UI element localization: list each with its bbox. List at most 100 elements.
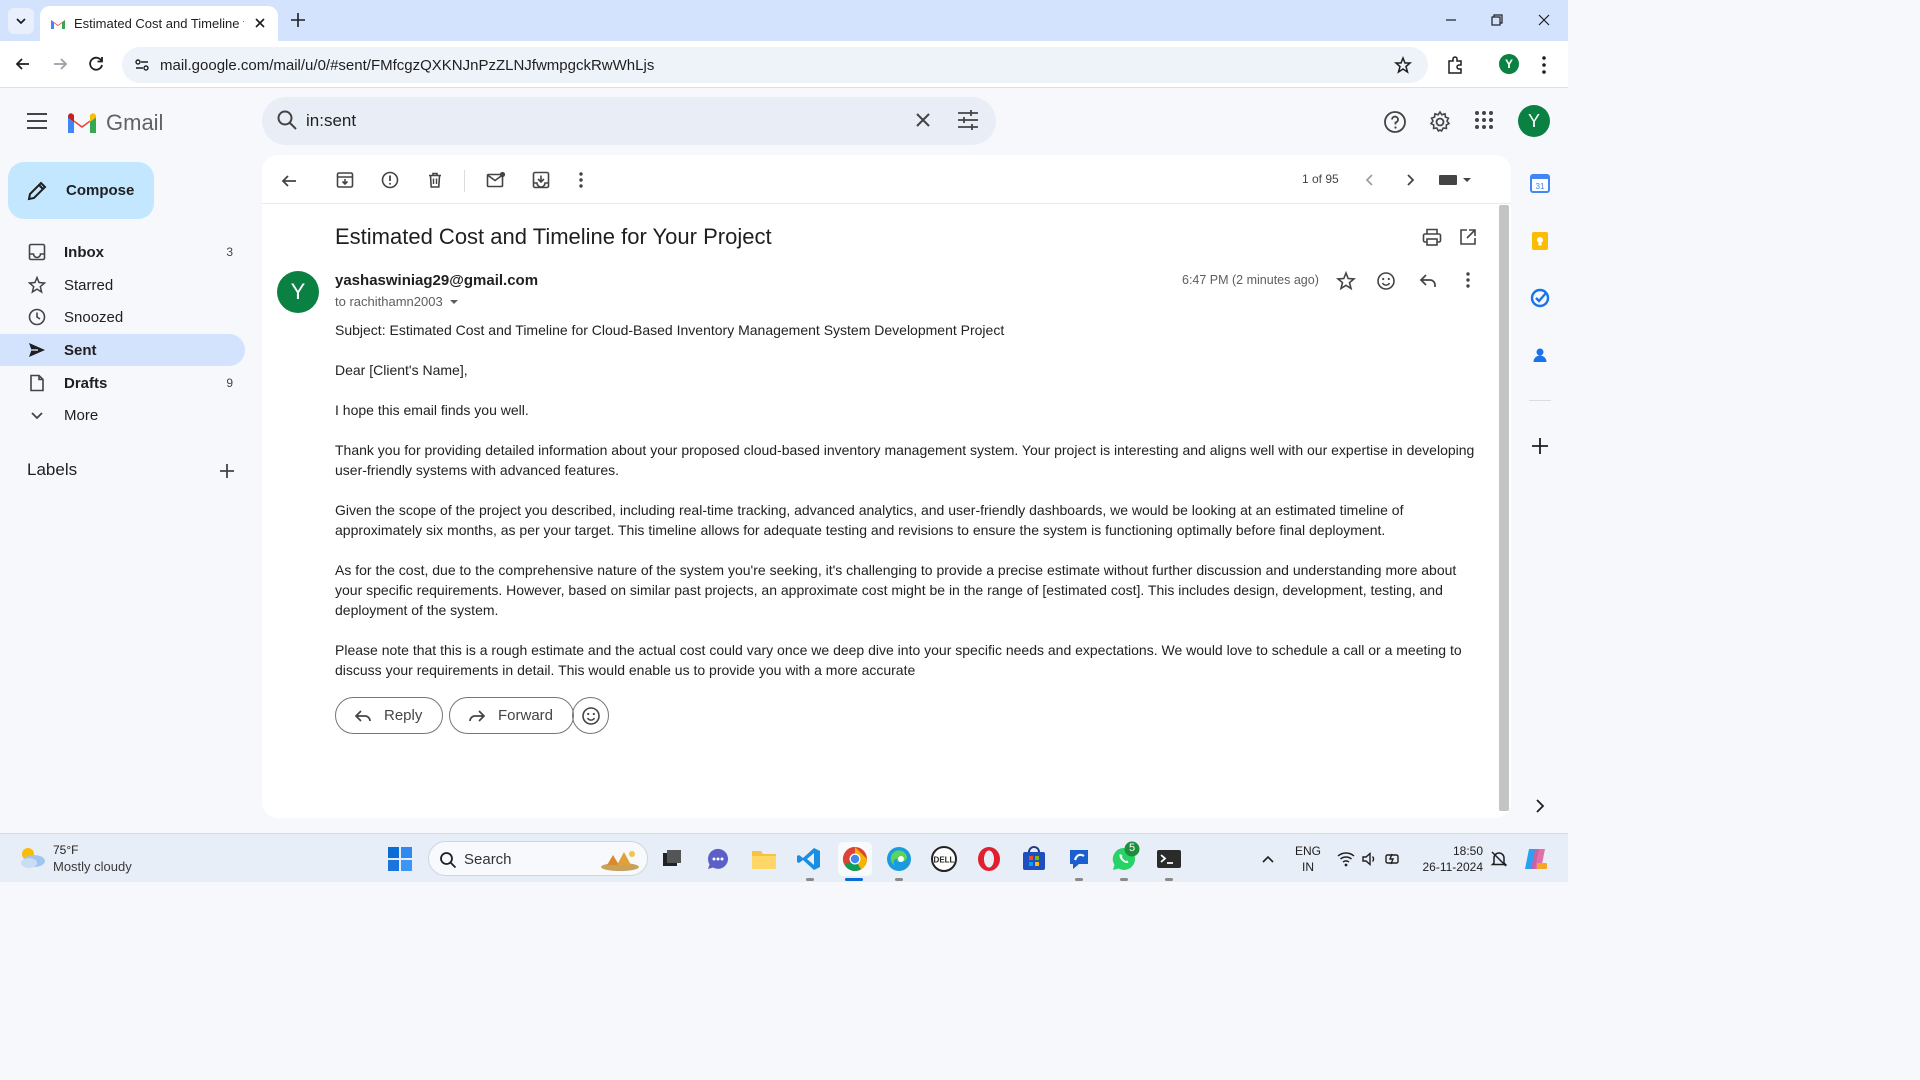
add-label-icon[interactable]	[218, 462, 236, 480]
star-icon[interactable]	[1336, 271, 1356, 291]
email-view-panel: 1 of 95 Estimated Cost and Timeline for …	[262, 155, 1511, 818]
address-bar-row: mail.google.com/mail/u/0/#sent/FMfcgzQXK…	[0, 41, 1568, 88]
input-language[interactable]: ENG IN	[1295, 843, 1321, 875]
apps-grid-icon[interactable]	[1474, 110, 1494, 130]
copilot-icon[interactable]	[1522, 846, 1548, 872]
back-arrow-icon[interactable]	[13, 54, 33, 74]
forward-button[interactable]: Forward	[449, 697, 575, 734]
windows-start-icon[interactable]	[387, 846, 413, 872]
taskbar-search-box[interactable]: Search	[428, 841, 648, 876]
reply-arrow-icon[interactable]	[1418, 271, 1438, 291]
help-icon[interactable]	[1383, 110, 1407, 134]
mark-unread-icon[interactable]	[486, 171, 506, 189]
browser-menu-icon[interactable]	[1541, 55, 1547, 75]
show-side-panel-chevron-icon[interactable]	[1530, 796, 1550, 816]
volume-speaker-icon[interactable]	[1361, 851, 1377, 867]
keep-notes-icon[interactable]	[1530, 231, 1550, 251]
sidebar-item-label: Drafts	[64, 374, 108, 392]
task-view-icon[interactable]	[658, 845, 686, 873]
newer-chevron-icon[interactable]	[1362, 171, 1378, 189]
clear-search-icon[interactable]	[912, 109, 934, 131]
pagination-text: 1 of 95	[1302, 172, 1339, 186]
contacts-icon[interactable]	[1530, 345, 1550, 365]
add-reaction-emoji-icon[interactable]	[1376, 271, 1396, 291]
notification-bell-icon[interactable]	[1490, 850, 1508, 868]
extensions-icon[interactable]	[1446, 55, 1464, 75]
input-tools-keyboard-icon[interactable]	[1438, 173, 1474, 187]
forward-arrow-icon	[469, 709, 486, 722]
report-spam-icon[interactable]	[381, 171, 399, 189]
gmail-logo[interactable]: Gmail	[66, 110, 163, 136]
dell-icon[interactable]: DELL	[930, 845, 958, 873]
sender-avatar[interactable]: Y	[277, 271, 319, 313]
window-close-icon[interactable]	[1536, 12, 1552, 28]
open-new-window-icon[interactable]	[1459, 228, 1477, 246]
region-code: IN	[1302, 860, 1314, 874]
emoji-reaction-button[interactable]	[572, 697, 609, 734]
recipient-text: to rachithamn2003	[335, 294, 443, 309]
omnibox[interactable]: mail.google.com/mail/u/0/#sent/FMfcgzQXK…	[122, 47, 1428, 83]
sidebar-item-sent[interactable]: Sent	[0, 334, 245, 366]
tab-search-button[interactable]	[8, 8, 34, 34]
show-hidden-icons-chevron-icon[interactable]	[1260, 851, 1276, 867]
sidebar-item-drafts[interactable]: Drafts 9	[0, 367, 245, 399]
main-menu-icon[interactable]	[26, 112, 48, 130]
search-options-icon[interactable]	[956, 109, 980, 131]
vscode-running-indicator	[806, 878, 814, 881]
wifi-icon[interactable]	[1337, 851, 1355, 867]
search-icon[interactable]	[276, 109, 298, 131]
bookmark-star-icon[interactable]	[1394, 56, 1412, 74]
vscode-icon[interactable]	[795, 845, 823, 873]
forward-arrow-icon[interactable]	[50, 54, 70, 74]
minimize-icon[interactable]	[1443, 12, 1459, 28]
move-to-icon[interactable]	[532, 171, 550, 189]
email-subject: Estimated Cost and Timeline for Your Pro…	[335, 224, 772, 249]
reload-icon[interactable]	[86, 54, 106, 74]
search-input[interactable]: in:sent	[306, 111, 356, 131]
microsoft-store-icon[interactable]	[1020, 845, 1048, 873]
sidebar-item-snoozed[interactable]: Snoozed	[0, 301, 245, 333]
teams-chat-icon[interactable]	[704, 845, 732, 873]
message-more-icon[interactable]	[1465, 271, 1471, 289]
account-avatar[interactable]: Y	[1518, 105, 1550, 137]
print-icon[interactable]	[1422, 228, 1442, 246]
battery-charging-icon[interactable]	[1384, 851, 1402, 867]
settings-gear-icon[interactable]	[1428, 110, 1452, 134]
restore-icon[interactable]	[1489, 12, 1505, 28]
browser-profile-avatar[interactable]: Y	[1499, 54, 1519, 74]
sidebar-item-starred[interactable]: Starred	[0, 269, 245, 301]
cloudy-weather-icon[interactable]	[17, 844, 47, 870]
edge-icon[interactable]	[885, 845, 913, 873]
scrollbar[interactable]	[1499, 205, 1509, 811]
site-info-icon[interactable]	[134, 57, 150, 73]
search-bar[interactable]: in:sent	[262, 97, 996, 145]
reply-button[interactable]: Reply	[335, 697, 444, 734]
opera-icon[interactable]	[975, 845, 1003, 873]
terminal-icon[interactable]	[1155, 845, 1183, 873]
system-clock[interactable]: 18:50 26-11-2024	[1415, 843, 1484, 875]
browser-tab[interactable]: Estimated Cost and Timeline for Your Pro…	[40, 6, 278, 41]
drafts-count: 9	[226, 376, 233, 390]
recipient-line[interactable]: to rachithamn2003	[335, 294, 459, 309]
calendar-icon[interactable]: 31	[1530, 173, 1550, 193]
clock-date: 26-11-2024	[1422, 860, 1484, 874]
compose-button[interactable]: Compose	[8, 162, 154, 219]
tasks-icon[interactable]	[1530, 288, 1550, 308]
older-chevron-icon[interactable]	[1402, 171, 1418, 189]
sidebar-item-inbox[interactable]: Inbox 3	[0, 236, 245, 268]
back-to-list-icon[interactable]	[279, 171, 299, 191]
more-options-icon[interactable]	[578, 171, 584, 189]
sidebar-item-label: Snoozed	[64, 308, 124, 326]
quick-assist-icon[interactable]	[1065, 845, 1093, 873]
sidebar-item-more[interactable]: More	[0, 399, 245, 431]
new-tab-icon[interactable]	[288, 9, 308, 31]
sender-email[interactable]: yashaswiniag29@gmail.com	[335, 272, 538, 289]
close-icon[interactable]	[252, 15, 268, 31]
caret-down-icon[interactable]	[449, 298, 459, 306]
get-addons-plus-icon[interactable]	[1530, 436, 1550, 456]
archive-icon[interactable]	[336, 171, 354, 189]
file-explorer-icon[interactable]	[750, 845, 778, 873]
chrome-icon[interactable]	[841, 845, 869, 873]
windows-taskbar: 75°F Mostly cloudy Search DELL 5 ENG IN …	[0, 833, 1568, 882]
delete-trash-icon[interactable]	[426, 171, 444, 189]
